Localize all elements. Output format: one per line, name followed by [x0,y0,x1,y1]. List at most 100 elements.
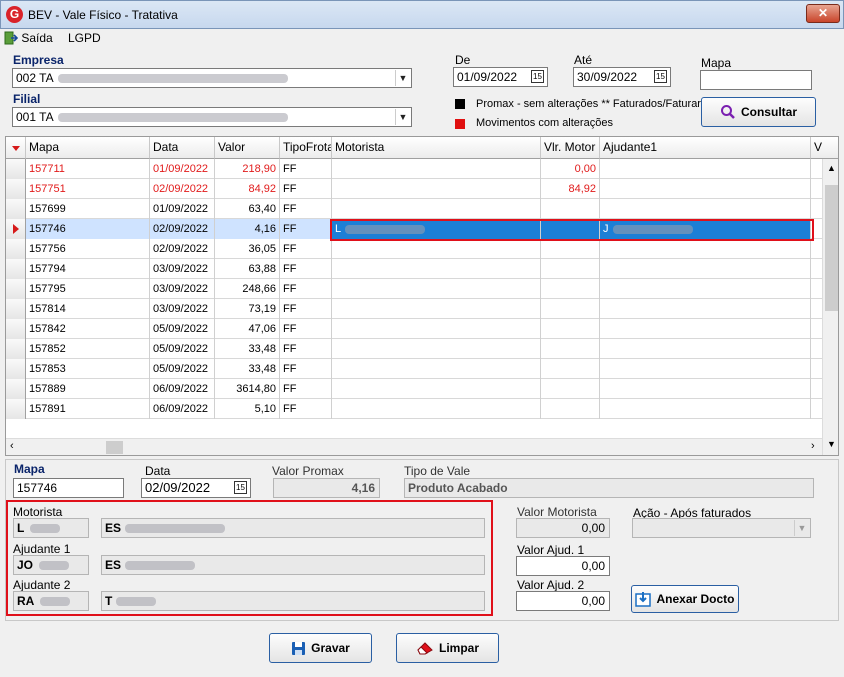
cell-tipo[interactable]: FF [280,159,332,179]
cell-vlr_motor[interactable] [541,199,600,219]
row-indicator[interactable] [6,359,26,379]
cell-vlr_motor[interactable] [541,259,600,279]
cell-ajudante1[interactable] [600,319,811,339]
table-row[interactable]: 157852 05/09/2022 33,48 FF [6,339,822,359]
cell-vlr_motor[interactable] [541,319,600,339]
valor-ajud2-input[interactable]: 0,00 [516,591,610,611]
cell-data[interactable]: 02/09/2022 [150,179,215,199]
cell-mapa[interactable]: 157814 [26,299,150,319]
cell-data[interactable]: 01/09/2022 [150,199,215,219]
row-indicator[interactable] [6,399,26,419]
valor-ajud1-input[interactable]: 0,00 [516,556,610,576]
limpar-button[interactable]: Limpar [396,633,499,663]
table-row[interactable]: 157853 05/09/2022 33,48 FF [6,359,822,379]
cell-valor[interactable]: 218,90 [215,159,280,179]
cell-tipo[interactable]: FF [280,339,332,359]
table-row[interactable]: 157794 03/09/2022 63,88 FF [6,259,822,279]
cell-tipo[interactable]: FF [280,199,332,219]
grid-header-data[interactable]: Data [150,137,215,159]
table-row[interactable]: 157891 06/09/2022 5,10 FF [6,399,822,419]
cell-ajudante1[interactable] [600,379,811,399]
cell-motorista[interactable] [332,319,541,339]
cell-data[interactable]: 02/09/2022 [150,219,215,239]
cell-mapa[interactable]: 157852 [26,339,150,359]
cell-data[interactable]: 03/09/2022 [150,299,215,319]
row-indicator[interactable] [6,179,26,199]
grid-header-vlr-motor[interactable]: Vlr. Motor [541,137,600,159]
cell-ajudante1[interactable] [600,279,811,299]
scroll-down-icon[interactable]: ▼ [827,439,836,449]
row-indicator[interactable] [6,199,26,219]
scroll-left-icon[interactable]: ‹ [10,440,14,452]
grid-header-mapa[interactable]: Mapa [26,137,150,159]
scroll-right-icon[interactable]: › [811,440,815,452]
cell-data[interactable]: 03/09/2022 [150,259,215,279]
calendar-icon[interactable]: 15 [654,70,667,83]
consultar-button[interactable]: Consultar [701,97,816,127]
cell-mapa[interactable]: 157795 [26,279,150,299]
horizontal-scrollbar[interactable]: ‹ › [6,438,822,455]
cell-data[interactable]: 06/09/2022 [150,399,215,419]
row-indicator[interactable] [6,379,26,399]
cell-ajudante1[interactable] [600,239,811,259]
cell-motorista[interactable] [332,379,541,399]
cell-data[interactable]: 03/09/2022 [150,279,215,299]
cell-valor[interactable]: 33,48 [215,359,280,379]
cell-vlr_motor[interactable] [541,359,600,379]
close-button[interactable]: ✕ [806,4,840,23]
cell-motorista[interactable] [332,279,541,299]
row-indicator[interactable] [6,259,26,279]
cell-valor[interactable]: 3614,80 [215,379,280,399]
mapa-filter-input[interactable] [700,70,812,90]
cell-data[interactable]: 02/09/2022 [150,239,215,259]
cell-ajudante1[interactable] [600,159,811,179]
anexar-docto-button[interactable]: Anexar Docto [631,585,739,613]
cell-ajudante1[interactable] [600,359,811,379]
grid-header-motorista[interactable]: Motorista [332,137,541,159]
cell-valor[interactable]: 36,05 [215,239,280,259]
row-indicator[interactable] [6,319,26,339]
cell-ajudante1[interactable] [600,259,811,279]
table-row[interactable]: 157751 02/09/2022 84,92 FF 84,92 [6,179,822,199]
cell-valor[interactable]: 63,40 [215,199,280,219]
cell-tipo[interactable]: FF [280,319,332,339]
scroll-up-icon[interactable]: ▲ [827,163,836,173]
table-row[interactable]: 157756 02/09/2022 36,05 FF [6,239,822,259]
cell-mapa[interactable]: 157794 [26,259,150,279]
cell-mapa[interactable]: 157842 [26,319,150,339]
calendar-icon[interactable]: 15 [234,481,247,494]
cell-valor[interactable]: 248,66 [215,279,280,299]
de-date-field[interactable]: 01/09/2022 15 [453,67,548,87]
table-row[interactable]: 157711 01/09/2022 218,90 FF 0,00 [6,159,822,179]
grid-header-ajudante1[interactable]: Ajudante1 [600,137,811,159]
cell-motorista[interactable] [332,199,541,219]
table-row[interactable]: 157795 03/09/2022 248,66 FF [6,279,822,299]
cell-motorista[interactable] [332,159,541,179]
cell-vlr_motor[interactable] [541,379,600,399]
cell-motorista[interactable] [332,399,541,419]
cell-vlr_motor[interactable] [541,279,600,299]
cell-mapa[interactable]: 157891 [26,399,150,419]
detail-mapa-input[interactable]: 157746 [13,478,124,498]
row-indicator[interactable] [6,299,26,319]
cell-mapa[interactable]: 157711 [26,159,150,179]
scroll-thumb[interactable] [106,441,123,454]
acao-select[interactable]: ▼ [632,518,811,538]
calendar-icon[interactable]: 15 [531,70,544,83]
row-indicator[interactable] [6,279,26,299]
row-indicator[interactable] [6,159,26,179]
table-row[interactable]: 157842 05/09/2022 47,06 FF [6,319,822,339]
detail-data-field[interactable]: 02/09/2022 15 [141,478,251,498]
cell-tipo[interactable]: FF [280,279,332,299]
cell-ajudante1[interactable] [600,199,811,219]
cell-mapa[interactable]: 157699 [26,199,150,219]
cell-vlr_motor[interactable] [541,399,600,419]
cell-data[interactable]: 05/09/2022 [150,359,215,379]
cell-data[interactable]: 01/09/2022 [150,159,215,179]
cell-valor[interactable]: 5,10 [215,399,280,419]
cell-tipo[interactable]: FF [280,219,332,239]
cell-vlr_motor[interactable] [541,239,600,259]
cell-tipo[interactable]: FF [280,239,332,259]
cell-valor[interactable]: 4,16 [215,219,280,239]
cell-tipo[interactable]: FF [280,259,332,279]
